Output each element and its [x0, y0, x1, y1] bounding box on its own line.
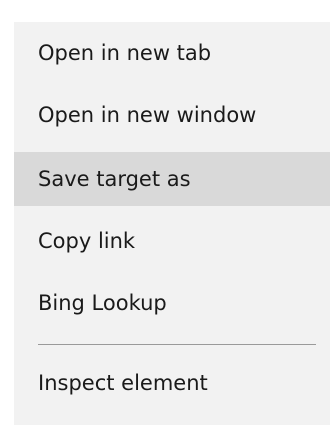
menu-item-label: Open in new tab — [38, 41, 212, 65]
menu-item-label: Save target as — [38, 167, 191, 191]
menu-item-label: Copy link — [38, 229, 136, 253]
context-menu: Open in new tab Open in new window Save … — [14, 22, 330, 425]
menu-item-inspect-element[interactable]: Inspect element — [14, 356, 330, 410]
menu-item-label: Inspect element — [38, 371, 208, 395]
menu-item-copy-link[interactable]: Copy link — [14, 214, 330, 268]
menu-item-open-in-new-window[interactable]: Open in new window — [14, 88, 330, 142]
menu-item-open-in-new-tab[interactable]: Open in new tab — [14, 26, 330, 80]
menu-separator — [38, 344, 316, 345]
menu-item-label: Bing Lookup — [38, 291, 167, 315]
menu-item-save-target-as[interactable]: Save target as — [14, 152, 330, 206]
menu-item-bing-lookup[interactable]: Bing Lookup — [14, 276, 330, 330]
menu-item-label: Open in new window — [38, 103, 257, 127]
